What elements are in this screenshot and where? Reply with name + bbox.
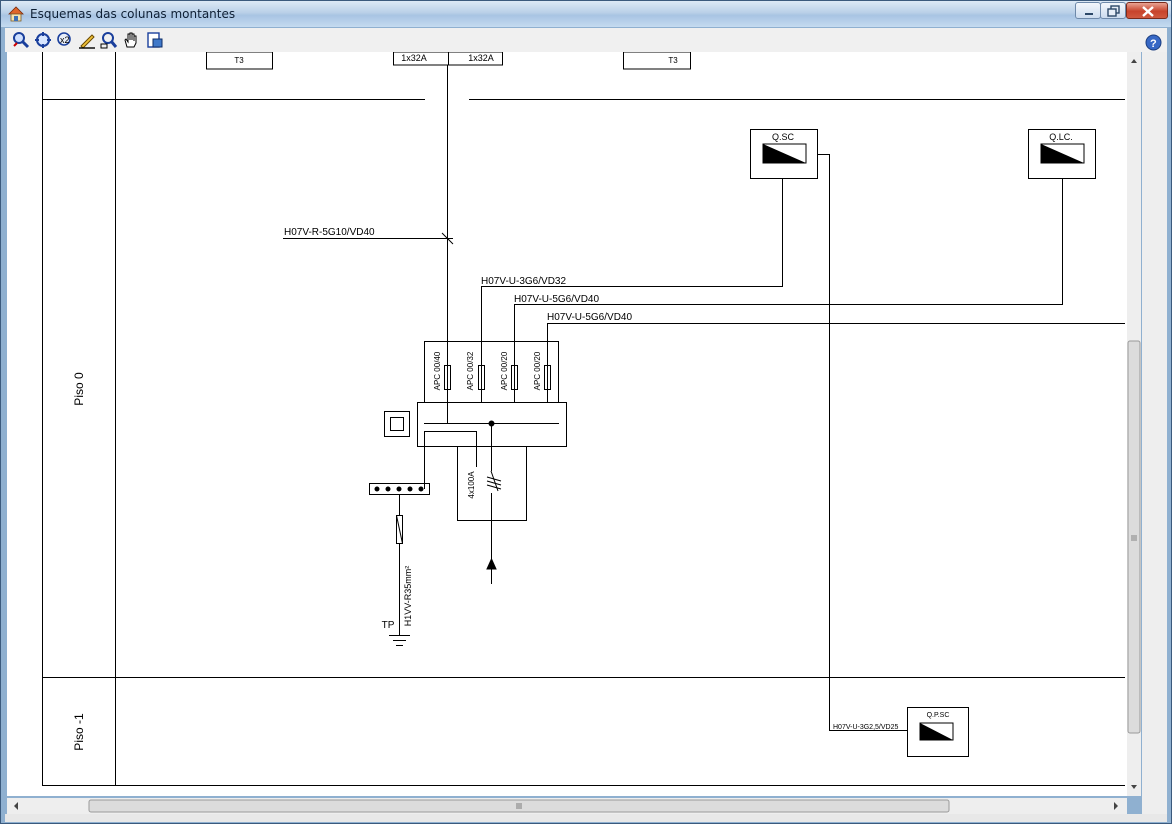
breaker-label-2: APC 00/32 xyxy=(466,351,475,390)
meter-inner xyxy=(390,417,404,431)
edit-icon[interactable] xyxy=(77,30,97,50)
close-icon xyxy=(1142,6,1154,17)
print-preview-icon[interactable] xyxy=(145,30,165,50)
status-strip xyxy=(5,814,1167,822)
cable-label-h1vv: H1VV-R35mm² xyxy=(403,566,413,627)
zoom-icon[interactable] xyxy=(11,30,31,50)
help-icon[interactable]: ? xyxy=(1145,34,1162,51)
window-title: Esquemas das colunas montantes xyxy=(30,7,236,21)
diagram-canvas[interactable]: Piso 0 Piso -1 T3 1x32A 1x32A T3 Q.SC Q.… xyxy=(7,52,1127,796)
feeder-right xyxy=(547,323,1125,403)
earth-fuse-diagonal xyxy=(396,515,403,544)
vertical-scrollbar-graphic xyxy=(1127,59,1141,789)
breaker-label-4: APC 00/20 xyxy=(533,351,542,390)
label-qsc: Q.SC xyxy=(772,132,795,142)
label-qpsc: Q.P.SC xyxy=(927,712,950,719)
electrical-diagram: Piso 0 Piso -1 T3 1x32A 1x32A T3 Q.SC Q.… xyxy=(42,52,1125,786)
main-switch-hatch xyxy=(486,476,502,490)
toolbar: x2 xyxy=(5,28,1167,52)
minimize-button[interactable] xyxy=(1075,2,1101,19)
title-bar: Esquemas das colunas montantes xyxy=(1,1,1171,27)
svg-text:?: ? xyxy=(1150,38,1157,50)
feeder-qsc xyxy=(481,178,783,403)
breaker-label-3: APC 00/20 xyxy=(500,351,509,390)
minimize-icon xyxy=(1085,13,1093,15)
label-t3-right: T3 xyxy=(668,56,678,65)
horizontal-scrollbar[interactable] xyxy=(7,798,1127,814)
breaker-label-1: APC 00/40 xyxy=(433,351,442,390)
floor-label-piso0: Piso 0 xyxy=(72,372,86,406)
scroll-down-arrow-icon[interactable] xyxy=(1131,785,1137,789)
cable-label-h07vr: H07V-R-5G10/VD40 xyxy=(284,227,375,238)
main-switch-label: 4x100A xyxy=(467,471,476,499)
scroll-right-arrow-icon[interactable] xyxy=(1114,802,1118,810)
label-t3-left: T3 xyxy=(234,56,244,65)
pan-hand-icon[interactable] xyxy=(121,30,141,50)
zoom-window-icon[interactable] xyxy=(99,30,119,50)
scroll-up-arrow-icon[interactable] xyxy=(1131,59,1137,63)
cable-label-h07vu-3g25: H07V-U-3G2,5/VD25 xyxy=(833,724,898,731)
vertical-scroll-thumb[interactable] xyxy=(1127,340,1141,734)
zoom-extents-icon[interactable] xyxy=(33,30,53,50)
side-panel-strip xyxy=(1142,52,1167,814)
svg-text:x2: x2 xyxy=(60,35,70,45)
maximize-button[interactable] xyxy=(1100,2,1126,19)
feeder-qpsc xyxy=(817,154,907,731)
close-button[interactable] xyxy=(1126,2,1168,19)
label-qlc: Q.LC. xyxy=(1049,132,1073,142)
cable-label-h07vu-3g6: H07V-U-3G6/VD32 xyxy=(481,276,566,287)
restore-icon xyxy=(1107,5,1120,17)
app-house-icon xyxy=(8,6,24,22)
floor-label-piso-1: Piso -1 xyxy=(72,713,86,751)
cable-label-h07vu-5g6-b: H07V-U-5G6/VD40 xyxy=(547,312,632,323)
zoom-previous-icon[interactable]: x2 xyxy=(55,30,75,50)
earth-label-tp: TP xyxy=(382,620,395,631)
cable-label-h07vu-5g6-a: H07V-U-5G6/VD40 xyxy=(514,294,599,305)
label-1x32a-a: 1x32A xyxy=(401,53,427,63)
app-window: Esquemas das colunas montantes x2 ? Piso… xyxy=(0,0,1172,824)
bus-junction xyxy=(488,420,495,427)
scroll-left-arrow-icon[interactable] xyxy=(14,802,18,810)
box-t3-right xyxy=(623,52,691,70)
vertical-scrollbar[interactable] xyxy=(1127,52,1141,796)
label-1x32a-b: 1x32A xyxy=(468,53,494,63)
meter-outer xyxy=(384,411,410,437)
feeder-qlc xyxy=(514,178,1063,403)
supply-arrow xyxy=(486,557,497,570)
horizontal-scrollbar-graphic xyxy=(14,799,1118,813)
